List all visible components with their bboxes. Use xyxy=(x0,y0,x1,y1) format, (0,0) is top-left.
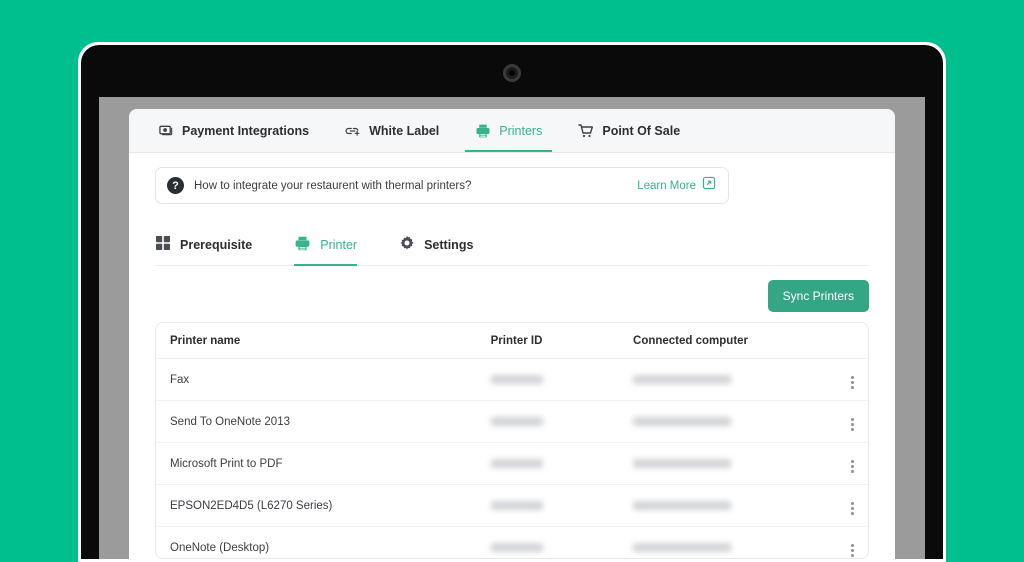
gear-icon xyxy=(399,235,415,254)
learn-more-link[interactable]: Learn More xyxy=(637,176,716,195)
kebab-menu-icon[interactable] xyxy=(851,502,854,515)
cell-connected-computer xyxy=(633,400,826,443)
tab-printers[interactable]: Printers xyxy=(457,109,560,152)
cell-connected-computer xyxy=(633,358,826,401)
top-tabbar: Payment Integrations White Label Printer… xyxy=(129,109,895,153)
cell-printer-name: OneNote (Desktop) xyxy=(156,526,491,558)
table-row[interactable]: Fax xyxy=(156,358,868,401)
info-banner: ? How to integrate your restaurent with … xyxy=(155,167,729,204)
cell-printer-id xyxy=(490,358,634,401)
link-plus-icon xyxy=(345,123,361,139)
redacted-value xyxy=(633,542,732,552)
kebab-menu-icon[interactable] xyxy=(851,418,854,431)
tab-label: Point Of Sale xyxy=(602,123,681,138)
redacted-value xyxy=(633,458,732,468)
redacted-value xyxy=(490,500,543,510)
redacted-value xyxy=(490,458,543,468)
payment-cards-icon xyxy=(159,123,174,138)
cell-connected-computer xyxy=(633,442,826,485)
kebab-menu-icon[interactable] xyxy=(851,376,854,389)
sub-tab-label: Prerequisite xyxy=(180,237,253,252)
question-mark-icon: ? xyxy=(167,177,184,194)
cell-printer-name: Send To OneNote 2013 xyxy=(156,400,491,443)
redacted-value xyxy=(633,374,732,384)
grid-squares-icon xyxy=(155,235,171,254)
cell-row-actions xyxy=(825,442,868,485)
sub-tab-label: Settings xyxy=(424,237,474,252)
cell-printer-name: Fax xyxy=(156,358,491,401)
shopping-cart-icon xyxy=(578,123,594,139)
sync-printers-button[interactable]: Sync Printers xyxy=(767,280,869,312)
table-row[interactable]: Microsoft Print to PDF xyxy=(156,442,868,485)
redacted-value xyxy=(633,416,732,426)
learn-more-label: Learn More xyxy=(637,179,696,192)
sub-tab-prerequisite[interactable]: Prerequisite xyxy=(155,224,272,265)
cell-printer-id xyxy=(490,526,634,558)
laptop-screen: Payment Integrations White Label Printer… xyxy=(99,97,925,559)
laptop-bezel: Payment Integrations White Label Printer… xyxy=(81,45,943,559)
printer-table-card: Printer name Printer ID Connected comput… xyxy=(155,322,869,559)
table-header: Printer name Printer ID Connected comput… xyxy=(156,323,868,359)
printer-icon xyxy=(294,235,311,255)
column-header-connected-computer: Connected computer xyxy=(633,323,826,359)
table-body: Fax Send To OneNote 2013 Microsoft Print t… xyxy=(156,358,868,558)
tab-label: Payment Integrations xyxy=(182,123,310,138)
column-header-printer-id: Printer ID xyxy=(490,323,634,359)
app-window: Payment Integrations White Label Printer… xyxy=(129,109,895,559)
redacted-value xyxy=(490,416,543,426)
cell-printer-id xyxy=(490,484,634,527)
action-row: Sync Printers xyxy=(155,266,869,322)
cell-printer-id xyxy=(490,400,634,443)
sub-tab-label: Printer xyxy=(320,237,358,252)
app-body: ? How to integrate your restaurent with … xyxy=(129,153,895,559)
tab-label: White Label xyxy=(369,123,440,138)
tab-payment-integrations[interactable]: Payment Integrations xyxy=(141,109,327,152)
tab-label: Printers xyxy=(499,123,543,138)
webcam-icon xyxy=(503,64,521,82)
cell-printer-name: Microsoft Print to PDF xyxy=(156,442,491,485)
cell-row-actions xyxy=(825,358,868,401)
redacted-value xyxy=(490,374,543,384)
column-header-actions xyxy=(825,323,868,359)
sub-tab-settings[interactable]: Settings xyxy=(399,224,493,265)
kebab-menu-icon[interactable] xyxy=(851,460,854,473)
table-header-row: Printer name Printer ID Connected comput… xyxy=(156,323,868,359)
cell-row-actions xyxy=(825,484,868,527)
cell-connected-computer xyxy=(633,484,826,527)
redacted-value xyxy=(490,542,543,552)
cell-connected-computer xyxy=(633,526,826,558)
printer-table: Printer name Printer ID Connected comput… xyxy=(156,323,868,558)
redacted-value xyxy=(633,500,732,510)
cell-row-actions xyxy=(825,400,868,443)
kebab-menu-icon[interactable] xyxy=(851,544,854,557)
table-row[interactable]: Send To OneNote 2013 xyxy=(156,400,868,443)
sub-tab-printer[interactable]: Printer xyxy=(294,224,377,266)
cell-printer-name: EPSON2ED4D5 (L6270 Series) xyxy=(156,484,491,527)
banner-text: How to integrate your restaurent with th… xyxy=(194,179,472,192)
tab-point-of-sale[interactable]: Point Of Sale xyxy=(560,109,698,152)
external-link-icon xyxy=(702,176,716,195)
cell-row-actions xyxy=(825,526,868,558)
column-header-printer-name: Printer name xyxy=(156,323,491,359)
cell-printer-id xyxy=(490,442,634,485)
table-row[interactable]: OneNote (Desktop) xyxy=(156,526,868,558)
table-row[interactable]: EPSON2ED4D5 (L6270 Series) xyxy=(156,484,868,527)
printer-icon xyxy=(475,123,491,139)
sub-tabbar: Prerequisite Printer Settings xyxy=(155,224,869,266)
laptop-frame: Payment Integrations White Label Printer… xyxy=(78,42,946,562)
tab-white-label[interactable]: White Label xyxy=(327,109,457,152)
